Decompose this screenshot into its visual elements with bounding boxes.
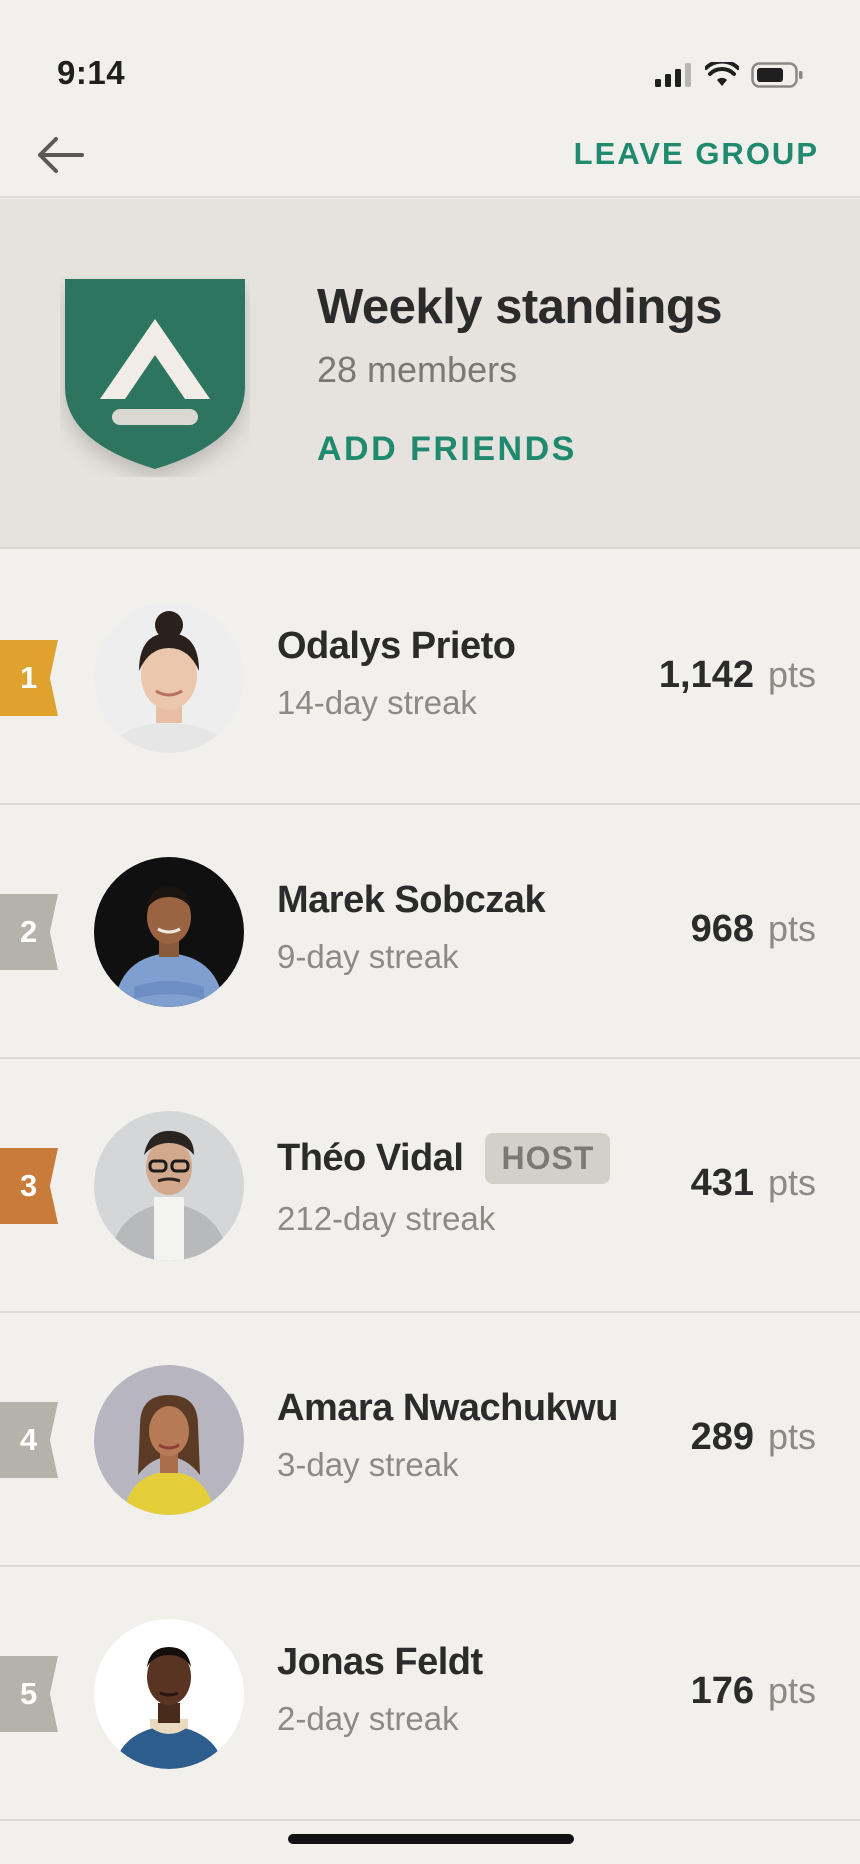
leaderboard-row[interactable]: 4 Amara Nwachukwu 3-day streak 289 pts bbox=[0, 1313, 860, 1567]
points-value: 289 bbox=[690, 1416, 754, 1458]
rank-flag: 4 bbox=[0, 1402, 58, 1478]
rank-flag: 2 bbox=[0, 894, 58, 970]
avatar bbox=[94, 1111, 244, 1261]
member-name: Théo Vidal HOST bbox=[277, 1133, 611, 1184]
member-count: 28 members bbox=[317, 349, 518, 390]
member-name-text: Jonas Feldt bbox=[277, 1641, 483, 1683]
member-name-text: Théo Vidal bbox=[277, 1137, 464, 1179]
points-unit: pts bbox=[767, 1416, 816, 1457]
back-button[interactable] bbox=[30, 130, 90, 180]
leaderboard-row[interactable]: 1 Odalys Prieto 14-day streak 1,142 pts bbox=[0, 551, 860, 805]
nav-bar: LEAVE GROUP bbox=[0, 110, 860, 198]
group-header: Weekly standings 28 members ADD FRIENDS bbox=[0, 199, 860, 549]
avatar bbox=[94, 1365, 244, 1515]
avatar bbox=[94, 603, 244, 753]
rank-flag: 5 bbox=[0, 1656, 58, 1732]
group-badge bbox=[60, 277, 250, 477]
points-unit: pts bbox=[767, 654, 816, 695]
points-unit: pts bbox=[767, 1162, 816, 1203]
points: 1,142 pts bbox=[659, 654, 816, 697]
rank-flag: 1 bbox=[0, 640, 58, 716]
arrow-left-icon bbox=[38, 137, 84, 173]
member-name-text: Amara Nwachukwu bbox=[277, 1387, 618, 1429]
leave-group-button[interactable]: LEAVE GROUP bbox=[574, 136, 819, 172]
member-name: Odalys Prieto bbox=[277, 625, 516, 668]
points-unit: pts bbox=[767, 1670, 816, 1711]
streak-text: 14-day streak bbox=[277, 684, 477, 721]
streak-text: 2-day streak bbox=[277, 1700, 459, 1737]
streak-text: 3-day streak bbox=[277, 1446, 459, 1483]
points: 289 pts bbox=[691, 1416, 816, 1459]
home-indicator bbox=[288, 1834, 574, 1844]
battery-icon bbox=[751, 62, 803, 88]
leaderboard-row[interactable]: 3 Théo Vidal HOST 212-day streak 431 pts bbox=[0, 1059, 860, 1313]
status-icons bbox=[655, 62, 803, 88]
group-title: Weekly standings bbox=[317, 280, 723, 334]
avatar bbox=[94, 1619, 244, 1769]
streak-text: 212-day streak bbox=[277, 1200, 496, 1237]
member-name-text: Marek Sobczak bbox=[277, 879, 546, 921]
points-value: 431 bbox=[690, 1162, 754, 1204]
member-name-text: Odalys Prieto bbox=[277, 625, 516, 667]
status-bar: 9:14 bbox=[0, 0, 860, 110]
points: 431 pts bbox=[691, 1162, 816, 1205]
points-value: 176 bbox=[690, 1670, 754, 1712]
points-value: 968 bbox=[690, 908, 754, 950]
wifi-icon bbox=[705, 62, 739, 86]
leaderboard-row[interactable]: 2 Marek Sobczak 9-day streak 968 pts bbox=[0, 805, 860, 1059]
tent-shield-icon bbox=[65, 279, 245, 469]
rank-flag: 3 bbox=[0, 1148, 58, 1224]
points-unit: pts bbox=[767, 908, 816, 949]
add-friends-button[interactable]: ADD FRIENDS bbox=[317, 430, 577, 469]
leaderboard-list: 1 Odalys Prieto 14-day streak 1,142 pts … bbox=[0, 551, 860, 1821]
member-name: Marek Sobczak bbox=[277, 879, 546, 922]
host-badge: HOST bbox=[485, 1133, 611, 1184]
points: 176 pts bbox=[691, 1670, 816, 1713]
signal-icon bbox=[655, 63, 691, 87]
status-time: 9:14 bbox=[57, 54, 126, 91]
streak-text: 9-day streak bbox=[277, 938, 459, 975]
avatar bbox=[94, 857, 244, 1007]
member-name: Amara Nwachukwu bbox=[277, 1387, 618, 1430]
points: 968 pts bbox=[691, 908, 816, 951]
points-value: 1,142 bbox=[658, 654, 754, 696]
leaderboard-row[interactable]: 5 Jonas Feldt 2-day streak 176 pts bbox=[0, 1567, 860, 1821]
member-name: Jonas Feldt bbox=[277, 1641, 483, 1684]
